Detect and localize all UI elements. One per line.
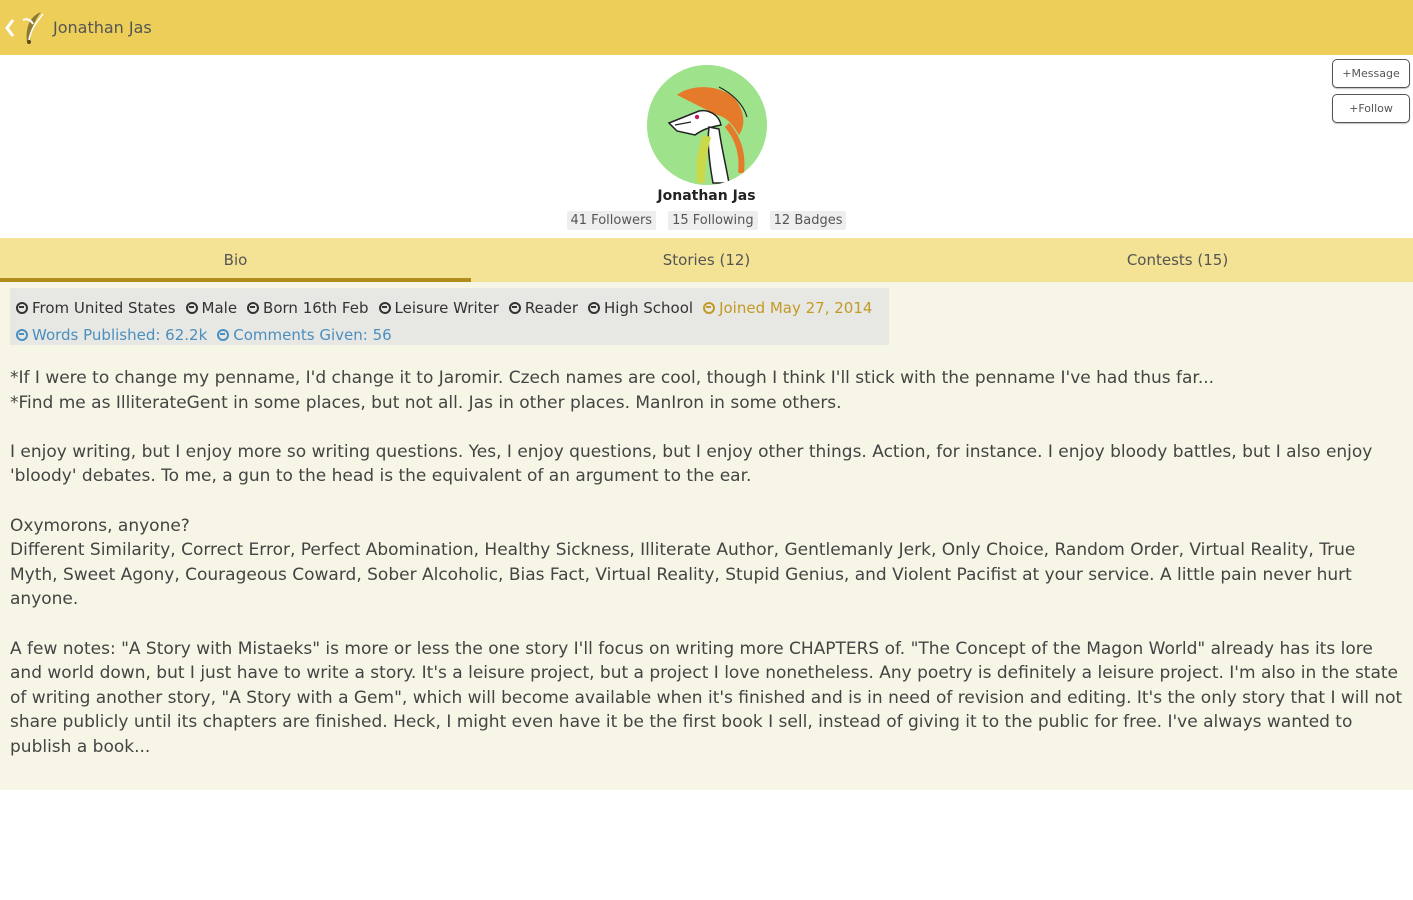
tab-bio[interactable]: Bio [0, 238, 471, 282]
tag-reader: Reader [508, 299, 578, 317]
following-count[interactable]: 15 Following [668, 211, 758, 230]
tab-bar: Bio Stories (12) Contests (15) [0, 238, 1413, 282]
follow-button[interactable]: +Follow [1332, 94, 1410, 123]
arrow-circle-icon [588, 301, 601, 314]
tag-comments-given: Comments Given: 56 [217, 326, 392, 344]
arrow-circle-icon [16, 301, 28, 314]
tab-stories[interactable]: Stories (12) [471, 238, 942, 282]
profile-header: Jonathan Jas 41 Followers 15 Following 1… [0, 55, 1413, 238]
tag-education: High School [588, 299, 693, 317]
message-button[interactable]: +Message [1332, 59, 1410, 88]
badges-count[interactable]: 12 Badges [769, 211, 847, 230]
tag-joined-date: Joined May 27, 2014 [703, 299, 872, 317]
tag-line-1: From United States Male Born 16th Feb Le… [16, 294, 883, 321]
tag-gender: Male [185, 299, 237, 317]
followers-count[interactable]: 41 Followers [566, 211, 657, 230]
arrow-circle-icon [217, 328, 230, 341]
avatar[interactable] [647, 65, 767, 185]
tag-location: From United States [16, 299, 176, 317]
bio-content: From United States Male Born 16th Feb Le… [0, 282, 1413, 790]
tag-line-2: Words Published: 62.2k Comments Given: 5… [16, 321, 883, 348]
profile-tags: From United States Male Born 16th Feb Le… [10, 288, 889, 345]
tag-birthday: Born 16th Feb [247, 299, 369, 317]
profile-name: Jonathan Jas [657, 188, 756, 204]
dragon-avatar-image [647, 65, 767, 185]
arrow-circle-icon [703, 301, 716, 314]
action-bar: Jonathan Jas [0, 0, 1413, 55]
bio-paragraph: A few notes: "A Story with Mistaeks" is … [10, 638, 1403, 757]
arrow-circle-icon [185, 301, 198, 314]
action-bar-title: Jonathan Jas [53, 18, 152, 37]
chevron-left-icon[interactable] [5, 18, 15, 38]
arrow-circle-icon [378, 301, 391, 314]
bio-paragraph: *If I were to change my penname, I'd cha… [10, 368, 1215, 413]
tag-writer-type: Leisure Writer [378, 299, 499, 317]
arrow-circle-icon [16, 328, 28, 341]
arrow-circle-icon [247, 301, 260, 314]
arrow-circle-icon [508, 301, 521, 314]
tab-contests[interactable]: Contests (15) [942, 238, 1413, 282]
bio-paragraph: I enjoy writing, but I enjoy more so wri… [10, 441, 1373, 487]
quill-logo-icon[interactable] [17, 8, 47, 48]
tag-words-published: Words Published: 62.2k [16, 326, 207, 344]
bio-paragraph: Oxymorons, anyone? Different Similarity,… [10, 515, 1356, 610]
stats-row: 41 Followers 15 Following 12 Badges [0, 211, 1413, 230]
bio-text: *If I were to change my penname, I'd cha… [10, 366, 1405, 784]
